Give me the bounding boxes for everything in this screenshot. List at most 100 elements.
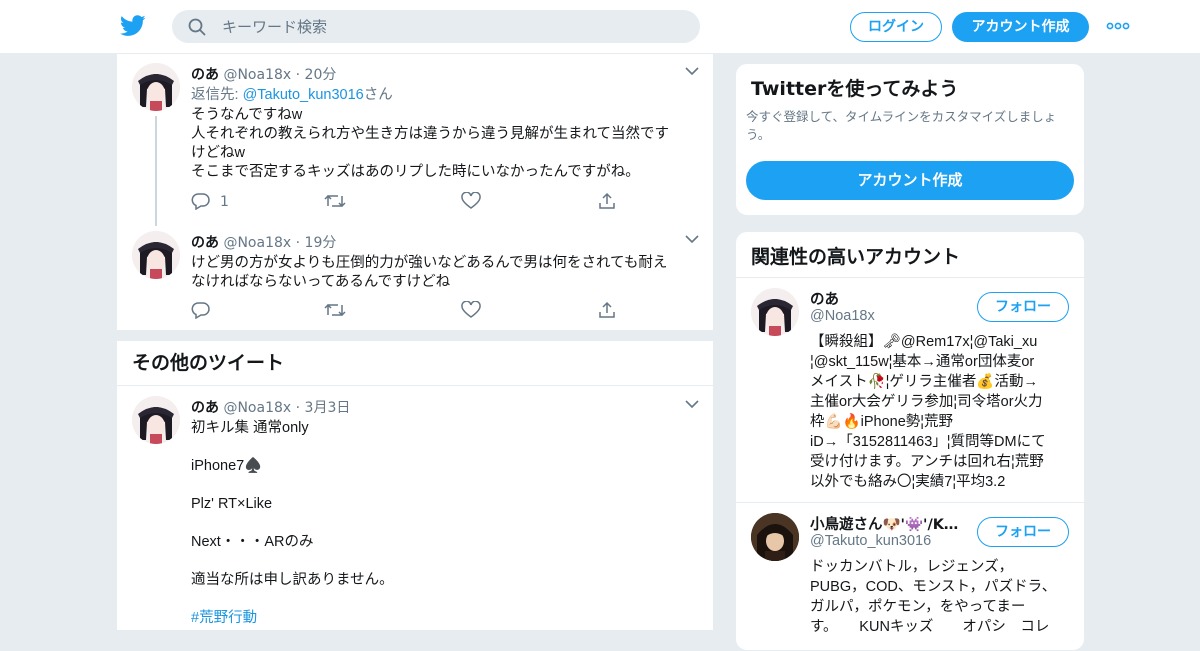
reply-icon [191, 302, 210, 320]
reply-button[interactable]: 1 [191, 192, 229, 212]
tweet-line: そこまで否定するキッズはあのリプした時にいなかったんですがね。 [191, 164, 640, 180]
hashtag-link[interactable]: #荒野行動 [191, 609, 691, 628]
login-button[interactable]: ログイン [850, 12, 942, 42]
bio-line: PUBG，COD、モンスト，パズドラ、 [810, 579, 1057, 595]
tweet-text: そうなんですねw 人それぞれの教えられ方や生き方は違うから違う見解が生まれて当然… [191, 106, 691, 182]
reply-count: 1 [220, 194, 229, 210]
heart-icon [461, 300, 481, 318]
tweet-actions [191, 300, 621, 323]
timeline: のあ @Noa18x · 20分 返信先: @Takuto_kun3016さん … [116, 54, 714, 630]
search-input[interactable] [222, 14, 682, 39]
tweet-time[interactable]: 20分 [305, 67, 337, 83]
retweet-button[interactable] [324, 301, 346, 321]
author-handle[interactable]: @Noa18x [223, 67, 291, 83]
more-options-icon[interactable] [1106, 22, 1130, 30]
share-icon [599, 301, 615, 318]
tweet-line: なければならないってあるんですけどね [191, 274, 451, 290]
bio-line: ¦@skt_115w¦基本→通常or団体麦or [810, 354, 1035, 370]
tweet-line: Next・・・ARのみ [191, 534, 314, 550]
bio-line: 枠💪🏻🔥iPhone勢¦荒野 [810, 414, 954, 430]
like-button[interactable] [461, 300, 481, 321]
thread-line [155, 116, 157, 226]
avatar[interactable] [132, 231, 180, 279]
reply-suffix: さん [363, 87, 393, 103]
reply-button[interactable] [191, 301, 211, 321]
reply-icon [191, 193, 210, 211]
bio-line: ドッカンバトル，レジェンズ， [810, 559, 1014, 575]
signup-card: Twitterを使ってみよう 今すぐ登録して、タイムラインをカスタマイズしましょ… [735, 63, 1085, 216]
tweet-time-separator: · [295, 67, 301, 83]
avatar-image [751, 288, 799, 336]
tweet[interactable]: のあ @Noa18x · 3月3日 初キル集 通常only iPhone7♠️ … [117, 386, 713, 630]
account-item[interactable]: のあ @Noa18x フォロー 【瞬殺組】🗝@Rem17x¦@Taki_xu ¦… [736, 278, 1084, 502]
bio-line: ガルパ，ポケモン，をやってまー [810, 599, 1026, 615]
tweet-line: けどねw [191, 145, 245, 161]
section-separator [117, 330, 713, 341]
bio-line: 以外でも絡み〇¦実績7¦平均3.2 [810, 474, 1006, 490]
author-name[interactable]: のあ [191, 235, 219, 251]
signup-button[interactable]: アカウント作成 [952, 12, 1089, 42]
chevron-down-icon[interactable] [685, 234, 699, 244]
related-accounts-card: 関連性の高いアカウント のあ @Noa18x フォロー 【瞬殺組】🗝@Rem17… [735, 231, 1085, 651]
avatar[interactable] [132, 396, 180, 444]
heart-icon [461, 191, 481, 209]
chevron-down-icon[interactable] [685, 66, 699, 76]
other-tweets-heading: その他のツイート [132, 352, 285, 374]
tweet-text: けど男の方が女よりも圧倒的力が強いなどあるんで男は何をされても耐え なければなら… [191, 254, 691, 292]
bio-line: メイスト🥀¦ゲリラ主催者💰活動→ [810, 374, 1038, 390]
bio-line: 【瞬殺組】🗝@Rem17x¦@Taki_xu [810, 334, 1038, 350]
chevron-down-icon[interactable] [685, 399, 699, 409]
tweet-header: のあ @Noa18x · 3月3日 [191, 397, 350, 417]
tweet-line: そうなんですねw [191, 107, 303, 123]
twitter-logo-icon[interactable] [120, 14, 146, 38]
account-handle[interactable]: @Noa18x [810, 308, 875, 324]
signup-card-button[interactable]: アカウント作成 [746, 161, 1074, 200]
tweet-header: のあ @Noa18x · 19分 [191, 232, 336, 252]
signup-card-title: Twitterを使ってみよう [751, 78, 959, 100]
bio-line: iD→「3152811463」¦質問等DMにて [810, 434, 1046, 450]
account-name[interactable]: のあ [810, 288, 970, 309]
avatar[interactable] [132, 63, 180, 111]
share-button[interactable] [597, 192, 617, 212]
follow-button[interactable]: フォロー [977, 517, 1069, 547]
retweet-icon [324, 194, 346, 208]
tweet-line: 初キル集 通常only [191, 420, 309, 436]
account-item[interactable]: 小鳥遊さん🐶'👾'/KU… @Takuto_kun3016 フォロー ドッカンバ… [736, 503, 1084, 650]
tweet-time[interactable]: 19分 [305, 235, 337, 251]
tweet-line: iPhone7♠️ [191, 458, 263, 474]
avatar-image [132, 396, 180, 444]
tweet-time-separator: · [295, 235, 301, 251]
author-name[interactable]: のあ [191, 67, 219, 83]
avatar[interactable] [751, 288, 799, 336]
tweet[interactable]: のあ @Noa18x · 19分 けど男の方が女よりも圧倒的力が強いなどあるんで… [117, 219, 713, 330]
tweet-actions: 1 [191, 191, 621, 214]
retweet-button[interactable] [324, 192, 346, 212]
tweet-header: のあ @Noa18x · 20分 [191, 64, 336, 84]
author-name[interactable]: のあ [191, 400, 219, 416]
top-bar: ログイン アカウント作成 [0, 0, 1200, 54]
tweet-time[interactable]: 3月3日 [305, 400, 351, 416]
account-handle[interactable]: @Takuto_kun3016 [810, 533, 931, 549]
reply-prefix: 返信先: [191, 87, 243, 103]
follow-button[interactable]: フォロー [977, 292, 1069, 322]
reply-context: 返信先: @Takuto_kun3016さん [191, 86, 691, 105]
share-button[interactable] [597, 301, 617, 321]
avatar[interactable] [751, 513, 799, 561]
avatar-image [132, 231, 180, 279]
author-handle[interactable]: @Noa18x [223, 400, 291, 416]
account-name[interactable]: 小鳥遊さん🐶'👾'/KU… [810, 513, 970, 534]
tweet-time-separator: · [295, 400, 301, 416]
search-icon [188, 18, 206, 36]
like-button[interactable] [461, 191, 481, 212]
signup-card-subtitle: 今すぐ登録して、タイムラインをカスタマイズしましょう。 [746, 109, 1057, 142]
related-accounts-title: 関連性の高いアカウント [751, 246, 961, 268]
retweet-icon [324, 303, 346, 317]
author-handle[interactable]: @Noa18x [223, 235, 291, 251]
reply-mention-link[interactable]: @Takuto_kun3016 [243, 87, 364, 103]
account-bio: ドッカンバトル，レジェンズ， PUBG，COD、モンスト，パズドラ、 ガルパ，ポ… [810, 557, 1072, 637]
bio-line: 受け付けます。アンチは回れ右¦荒野 [810, 454, 1044, 470]
tweet[interactable]: のあ @Noa18x · 20分 返信先: @Takuto_kun3016さん … [117, 54, 713, 226]
account-bio: 【瞬殺組】🗝@Rem17x¦@Taki_xu ¦@skt_115w¦基本→通常o… [810, 332, 1072, 492]
avatar-image [132, 63, 180, 111]
share-icon [599, 192, 615, 209]
